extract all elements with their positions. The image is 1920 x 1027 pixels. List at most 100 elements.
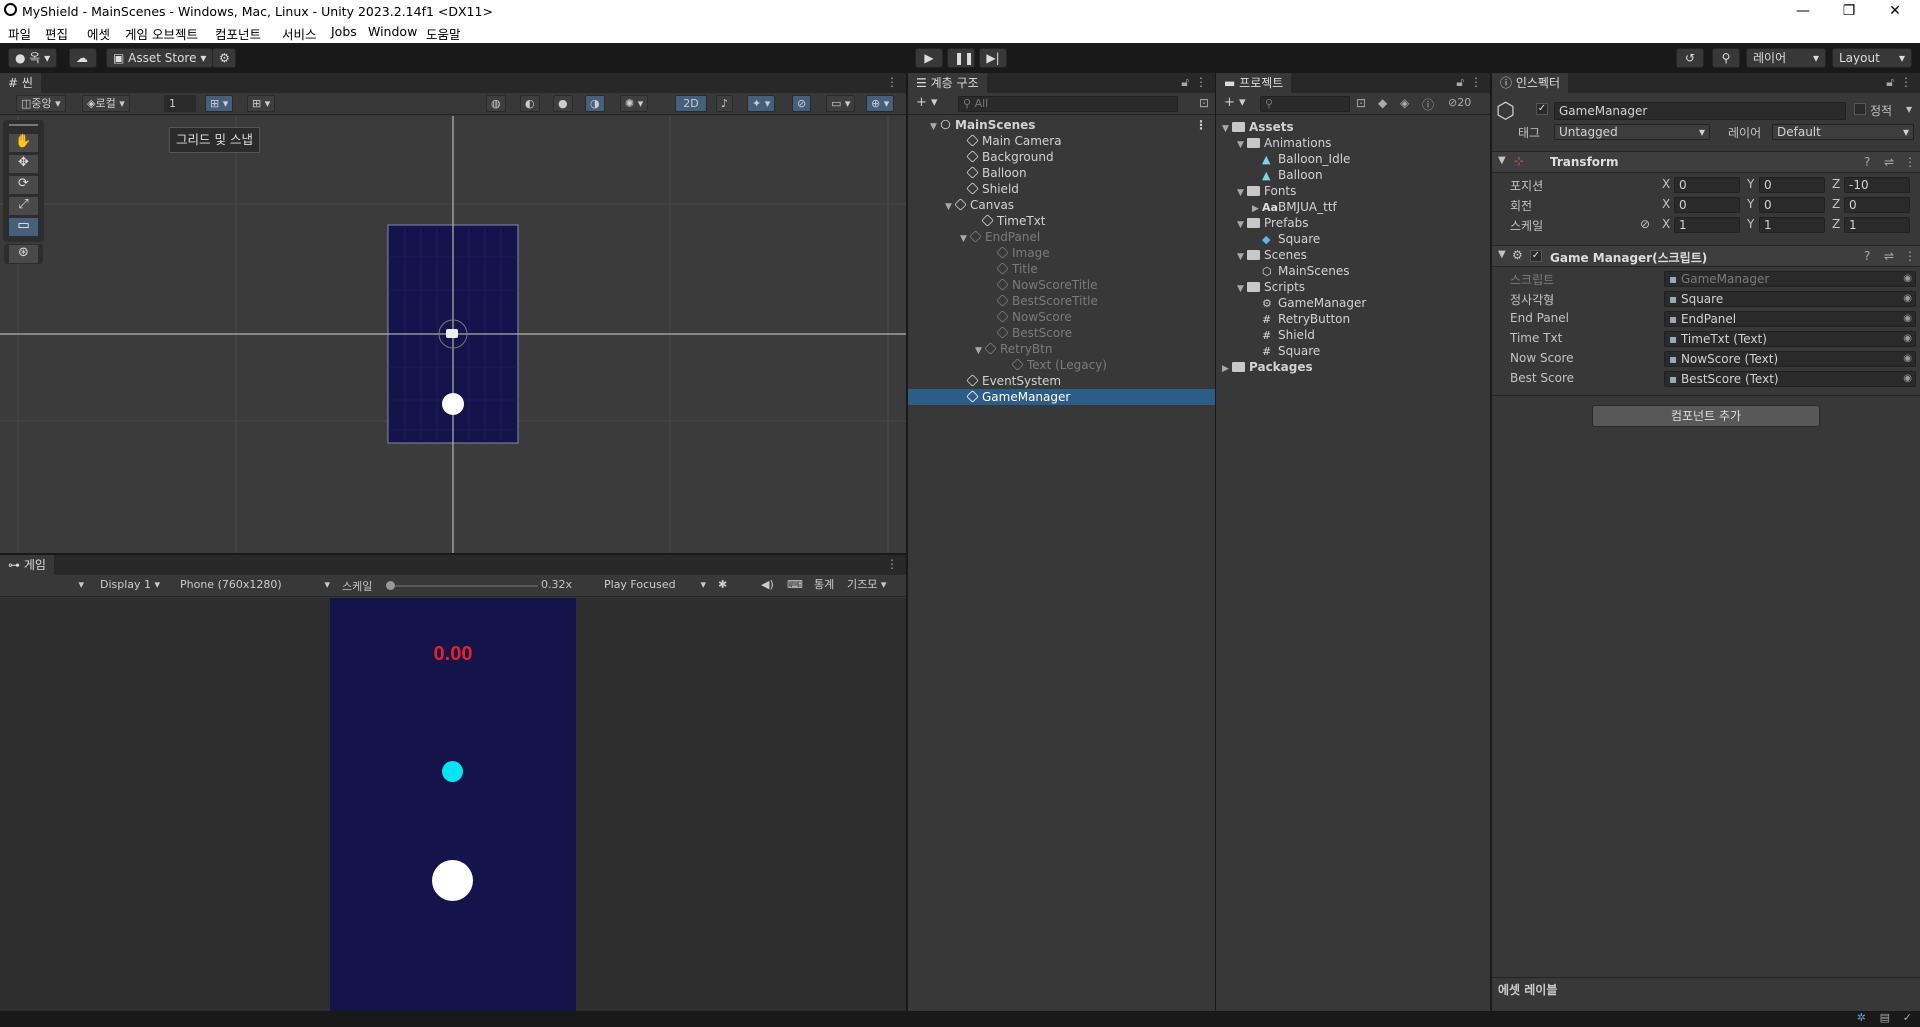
- hierarchy-item[interactable]: TimeTxt: [908, 213, 1215, 229]
- more-icon[interactable]: ⋮: [886, 75, 898, 89]
- play-mode-dropdown[interactable]: Play Focused ▾: [600, 577, 710, 594]
- game-view-dropdown[interactable]: ▾: [4, 577, 88, 594]
- hierarchy-item[interactable]: Background: [908, 149, 1215, 165]
- more-icon[interactable]: ⋮: [1470, 75, 1482, 89]
- project-item[interactable]: ▼ Scenes: [1216, 247, 1490, 263]
- history-icon[interactable]: ↺: [1676, 48, 1704, 68]
- static-checkbox[interactable]: [1854, 103, 1866, 115]
- audio-icon[interactable]: ◀): [757, 577, 778, 594]
- axis-x-label[interactable]: X: [1662, 197, 1670, 211]
- tab-hierarchy[interactable]: ☰ 계층 구조: [908, 73, 987, 93]
- lock-icon[interactable]: 🔓︎: [1886, 75, 1894, 90]
- menu-jobs[interactable]: Jobs: [331, 24, 357, 39]
- menu-help[interactable]: 도움말: [426, 24, 461, 43]
- project-item[interactable]: ▶ AaBMJUA_ttf: [1216, 199, 1490, 215]
- add-button[interactable]: + ▾: [912, 95, 942, 112]
- more-icon[interactable]: ⋮: [886, 557, 898, 571]
- transform-y-field[interactable]: 0: [1759, 197, 1825, 213]
- project-item[interactable]: ▼ Assets: [1216, 119, 1490, 135]
- object-reference-field[interactable]: ▪ BestScore (Text) ◉: [1664, 371, 1916, 387]
- hierarchy-item[interactable]: GameManager: [908, 389, 1215, 405]
- type-filter-icon[interactable]: ◆: [1378, 96, 1387, 110]
- search-scope-icon[interactable]: ⊡: [1356, 96, 1366, 110]
- display-dropdown[interactable]: Display 1 ▾: [96, 577, 176, 594]
- transform-tool-icon[interactable]: ⊛: [9, 245, 38, 263]
- tab-inspector[interactable]: ⓘ 인스펙터: [1492, 73, 1569, 93]
- bug-icon[interactable]: ✱: [714, 577, 731, 594]
- project-item[interactable]: ▲ Balloon_Idle: [1216, 151, 1490, 167]
- menu-file[interactable]: 파일: [8, 24, 31, 43]
- project-item[interactable]: # RetryButton: [1216, 311, 1490, 327]
- rect-tool-icon[interactable]: ▭: [9, 218, 38, 236]
- add-component-button[interactable]: 컴포넌트 추가: [1592, 405, 1820, 427]
- fx-icon[interactable]: ✦ ▾: [747, 95, 776, 112]
- draw-mode-icon[interactable]: ◍: [486, 95, 506, 112]
- shading-icon[interactable]: ●: [553, 95, 573, 112]
- effects-icon[interactable]: ✺ ▾: [620, 95, 649, 112]
- axis-y-label[interactable]: Y: [1747, 177, 1754, 191]
- lock-icon[interactable]: 🔓︎: [1456, 75, 1464, 90]
- gamemanager-header[interactable]: ▼ ⚙ ✓ Game Manager(스크립트) ? ⇌ ⋮: [1492, 245, 1920, 267]
- hierarchy-search-input[interactable]: ⚲ All: [958, 96, 1178, 112]
- object-picker-icon[interactable]: ◉: [1903, 332, 1912, 346]
- game-viewport[interactable]: 0.00: [0, 598, 906, 1011]
- play-button[interactable]: ▶: [915, 48, 943, 68]
- move-tool-icon[interactable]: ✥: [9, 155, 38, 173]
- project-item[interactable]: ▼ Scripts: [1216, 279, 1490, 295]
- tag-dropdown[interactable]: Untagged ▾: [1554, 124, 1710, 140]
- axis-z-label[interactable]: Z: [1832, 217, 1840, 231]
- minimize-button[interactable]: —: [1780, 1, 1826, 21]
- transform-z-field[interactable]: 1: [1844, 217, 1910, 233]
- project-item[interactable]: ▼ Prefabs: [1216, 215, 1490, 231]
- scale-slider-handle[interactable]: [386, 581, 395, 590]
- hierarchy-item[interactable]: ▼ RetryBtn: [908, 341, 1215, 357]
- hierarchy-item[interactable]: EventSystem: [908, 373, 1215, 389]
- tab-game[interactable]: ⊶ 게임: [0, 555, 54, 575]
- cloud-icon[interactable]: ☁: [69, 48, 97, 68]
- scale-tool-icon[interactable]: ⤢: [9, 197, 38, 215]
- maximize-button[interactable]: ❐: [1826, 1, 1872, 21]
- transform-header[interactable]: ▼ ⊹ Transform ? ⇌ ⋮: [1492, 151, 1920, 173]
- camera-icon[interactable]: ▭ ▾: [826, 95, 856, 112]
- object-reference-field[interactable]: ▪ Square ◉: [1664, 291, 1916, 307]
- 2d-toggle[interactable]: 2D: [675, 95, 707, 112]
- object-picker-icon[interactable]: ◉: [1903, 312, 1912, 326]
- preset-icon[interactable]: ⇌: [1884, 249, 1894, 263]
- hierarchy-item[interactable]: NowScoreTitle: [908, 277, 1215, 293]
- project-item[interactable]: ⬡ MainScenes: [1216, 263, 1490, 279]
- object-reference-field[interactable]: ▪ TimeTxt (Text) ◉: [1664, 331, 1916, 347]
- preset-icon[interactable]: ⇌: [1884, 155, 1894, 169]
- transform-z-field[interactable]: 0: [1844, 197, 1910, 213]
- more-icon[interactable]: ⋮: [1195, 75, 1207, 89]
- gizmos-button[interactable]: 기즈모 ▾: [843, 577, 890, 594]
- project-item[interactable]: ▼ Animations: [1216, 135, 1490, 151]
- project-item[interactable]: ▼ Fonts: [1216, 183, 1490, 199]
- drag-handle[interactable]: [9, 124, 38, 126]
- constrain-proportions-icon[interactable]: ⊘: [1640, 217, 1650, 231]
- object-reference-field[interactable]: ▪ NowScore (Text) ◉: [1664, 351, 1916, 367]
- grid-snap-button[interactable]: ⊞ ▾: [205, 95, 234, 112]
- axis-y-label[interactable]: Y: [1747, 217, 1754, 231]
- render-icon[interactable]: ◑: [585, 95, 605, 112]
- transform-x-field[interactable]: 0: [1674, 197, 1740, 213]
- foldout-icon[interactable]: ▼: [1498, 249, 1506, 260]
- hierarchy-item[interactable]: Shield: [908, 181, 1215, 197]
- hierarchy-item[interactable]: Image: [908, 245, 1215, 261]
- asset-store-button[interactable]: ▣ Asset Store ▾: [106, 48, 214, 68]
- menu-gameobject[interactable]: 게임 오브젝트: [125, 24, 198, 43]
- check-icon[interactable]: ✓: [1903, 1011, 1912, 1024]
- pivot-dropdown[interactable]: ◫중앙 ▾: [16, 95, 66, 112]
- active-checkbox[interactable]: ✓: [1536, 103, 1548, 115]
- resolution-dropdown[interactable]: Phone (760x1280) ▾: [176, 577, 334, 594]
- add-button[interactable]: + ▾: [1220, 95, 1250, 112]
- audio-icon[interactable]: ♪: [716, 95, 734, 112]
- scene-canvas[interactable]: ✋ ✥ ⟳ ⤢ ▭ ⊛ 그리드 및 스냅: [0, 116, 906, 553]
- static-dropdown[interactable]: ▾: [1906, 102, 1912, 116]
- project-item[interactable]: # Square: [1216, 343, 1490, 359]
- component-menu-icon[interactable]: ⋮: [1904, 249, 1916, 263]
- hierarchy-item[interactable]: ▼ MainScenes ⋮: [908, 117, 1215, 133]
- project-item[interactable]: ⚙ GameManager: [1216, 295, 1490, 311]
- object-reference-field[interactable]: ▪ GameManager ◉: [1664, 271, 1916, 287]
- pause-button[interactable]: ❚❚: [947, 48, 975, 68]
- axis-x-label[interactable]: X: [1662, 217, 1670, 231]
